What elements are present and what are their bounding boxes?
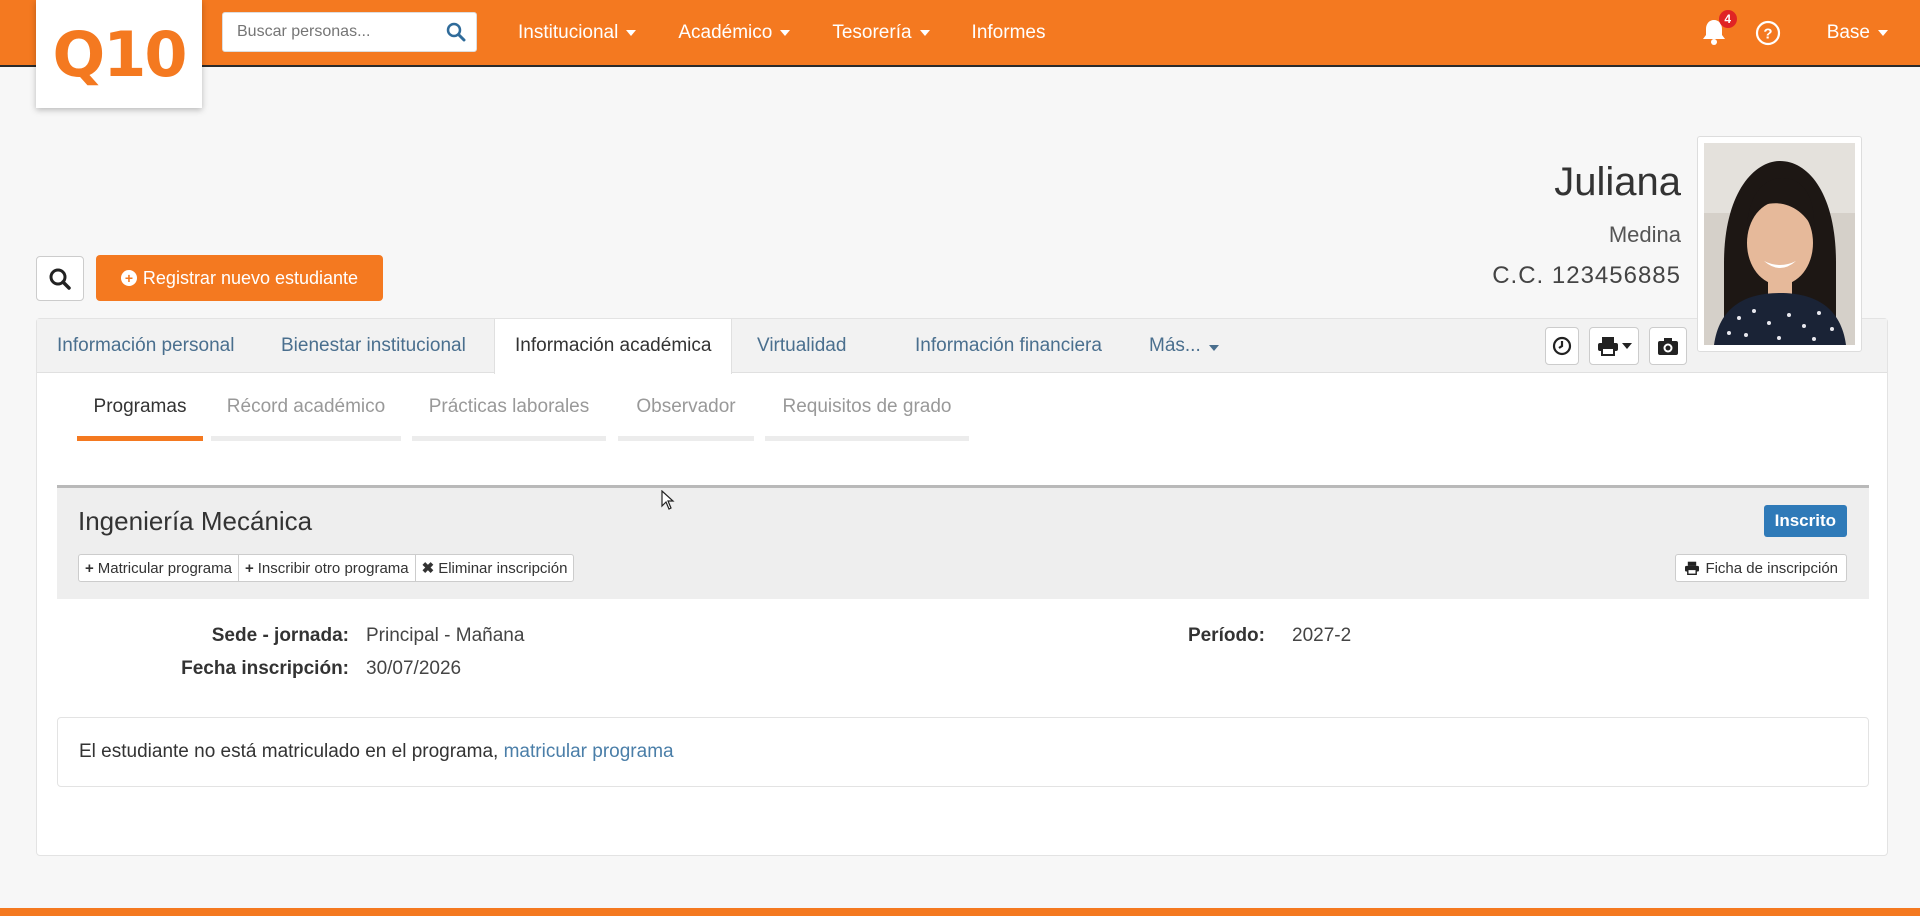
tab-label: Información personal <box>57 335 235 356</box>
program-actions: + Matricular programa + Inscribir otro p… <box>78 554 575 582</box>
menu-academico-label: Académico <box>678 21 773 43</box>
registration-form-label: Ficha de inscripción <box>1705 559 1838 577</box>
caret-down-icon <box>1621 343 1632 349</box>
tab-label: Virtualidad <box>757 335 847 356</box>
subtab-record-academico[interactable]: Récord académico <box>211 381 401 441</box>
app-logo[interactable]: Q10 <box>36 0 202 108</box>
student-photo[interactable] <box>1697 136 1862 352</box>
registration-form-button[interactable]: Ficha de inscripción <box>1675 554 1847 582</box>
period-label: Período: <box>1187 625 1265 646</box>
clock-icon <box>1552 336 1572 356</box>
close-icon: ✖ <box>421 560 435 577</box>
campus-label: Sede - jornada: <box>211 625 349 646</box>
history-button[interactable] <box>1545 327 1579 365</box>
subtab-label: Observador <box>636 396 736 417</box>
menu-informes[interactable]: Informes <box>972 22 1046 44</box>
search-icon[interactable] <box>446 22 466 42</box>
enroll-program-button[interactable]: + Matricular programa <box>78 554 239 582</box>
main-menu: Institucional Académico Tesorería Inform… <box>518 0 1087 65</box>
register-student-button[interactable]: + Registrar nuevo estudiante <box>96 255 383 301</box>
search-student-button[interactable] <box>36 256 84 301</box>
plus-icon: + <box>85 559 94 577</box>
print-dropdown-button[interactable] <box>1589 327 1639 365</box>
top-navbar: Institucional Académico Tesorería Inform… <box>0 0 1920 67</box>
tab-label: Información financiera <box>915 335 1102 356</box>
student-document: C.C. 123456885 <box>1492 262 1681 289</box>
plus-circle-icon: + <box>120 270 137 286</box>
caret-down-icon <box>780 29 791 36</box>
toolbar <box>1535 327 1687 365</box>
tab-label: Bienestar institucional <box>281 335 466 356</box>
caret-down-icon <box>919 29 930 36</box>
user-menu[interactable]: Base <box>1827 22 1888 44</box>
menu-tesoreria[interactable]: Tesorería <box>832 21 930 44</box>
tab-label: Más... <box>1149 335 1201 356</box>
period-value: 2027-2 <box>1292 625 1352 646</box>
tab-bienestar-institucional[interactable]: Bienestar institucional <box>261 319 486 373</box>
enroll-program-link[interactable]: matricular programa <box>504 741 674 762</box>
subtab-requisitos-de-grado[interactable]: Requisitos de grado <box>765 381 969 441</box>
camera-button[interactable] <box>1649 327 1687 365</box>
delete-registration-button[interactable]: ✖ Eliminar inscripción <box>414 554 575 582</box>
menu-tesoreria-label: Tesorería <box>832 21 912 43</box>
program-name: Ingeniería Mecánica <box>78 506 313 536</box>
student-panel: Información personal Bienestar instituci… <box>36 318 1888 856</box>
student-first-name: Juliana <box>1554 160 1681 204</box>
subtab-programas[interactable]: Programas <box>77 381 203 441</box>
program-card: Ingeniería Mecánica Inscrito + Matricula… <box>57 485 1869 599</box>
subtab-label: Prácticas laborales <box>428 396 590 417</box>
campus-value: Principal - Mañana <box>366 625 525 646</box>
caret-down-icon <box>1208 345 1219 351</box>
date-value: 30/07/2026 <box>366 658 462 679</box>
caret-down-icon <box>1878 29 1888 36</box>
tab-informacion-financiera[interactable]: Información financiera <box>895 319 1122 373</box>
subtab-label: Récord académico <box>226 396 386 417</box>
tab-label: Información académica <box>515 335 712 356</box>
subtab-label: Programas <box>93 396 187 417</box>
notice-text: El estudiante no está matriculado en el … <box>79 741 499 762</box>
avatar <box>1704 143 1855 345</box>
main-tabs: Información personal Bienestar instituci… <box>37 319 1887 374</box>
subtab-practicas-laborales[interactable]: Prácticas laborales <box>412 381 606 441</box>
caret-down-icon <box>626 29 637 36</box>
search-icon <box>49 268 71 290</box>
svg-text:?: ? <box>1763 25 1772 42</box>
search-box[interactable] <box>222 12 477 52</box>
menu-institucional[interactable]: Institucional <box>518 21 637 44</box>
mouse-cursor-icon <box>661 490 675 510</box>
search-input[interactable] <box>223 13 433 51</box>
logo-text: Q10 <box>52 17 188 91</box>
tab-virtualidad[interactable]: Virtualidad <box>737 319 866 373</box>
register-student-label: Registrar nuevo estudiante <box>142 267 359 288</box>
user-menu-label: Base <box>1826 21 1870 43</box>
notifications-button[interactable]: 4 <box>1701 9 1737 48</box>
menu-informes-label: Informes <box>971 21 1046 43</box>
enrollment-notice: El estudiante no está matriculado en el … <box>57 717 1869 787</box>
program-info-row-1: Sede - jornada: Principal - Mañana Perío… <box>37 625 1889 655</box>
footer-bar <box>0 908 1920 916</box>
subtab-observador[interactable]: Observador <box>618 381 754 441</box>
camera-icon <box>1658 338 1678 355</box>
printer-icon <box>1685 561 1700 575</box>
register-other-program-label: Inscribir otro programa <box>257 559 409 577</box>
tab-informacion-personal[interactable]: Información personal <box>37 319 254 373</box>
navbar-right: 4 ? Base <box>1701 0 1920 65</box>
register-other-program-button[interactable]: + Inscribir otro programa <box>237 554 416 582</box>
printer-icon <box>1597 337 1618 356</box>
tab-informacion-academica[interactable]: Información académica <box>494 319 733 374</box>
subtab-label: Requisitos de grado <box>782 396 952 417</box>
date-label: Fecha inscripción: <box>181 658 349 679</box>
help-icon[interactable]: ? <box>1755 20 1781 46</box>
delete-registration-label: Eliminar inscripción <box>438 559 568 577</box>
student-last-name: Medina <box>1608 222 1681 247</box>
menu-academico[interactable]: Académico <box>678 21 791 44</box>
menu-institucional-label: Institucional <box>518 21 619 43</box>
status-badge: Inscrito <box>1763 505 1847 537</box>
tab-mas[interactable]: Más... <box>1129 319 1239 373</box>
program-info-row-2: Fecha inscripción: 30/07/2026 <box>37 658 1889 688</box>
enroll-program-label: Matricular programa <box>97 559 232 577</box>
plus-icon: + <box>244 559 254 577</box>
notification-badge: 4 <box>1718 9 1737 28</box>
